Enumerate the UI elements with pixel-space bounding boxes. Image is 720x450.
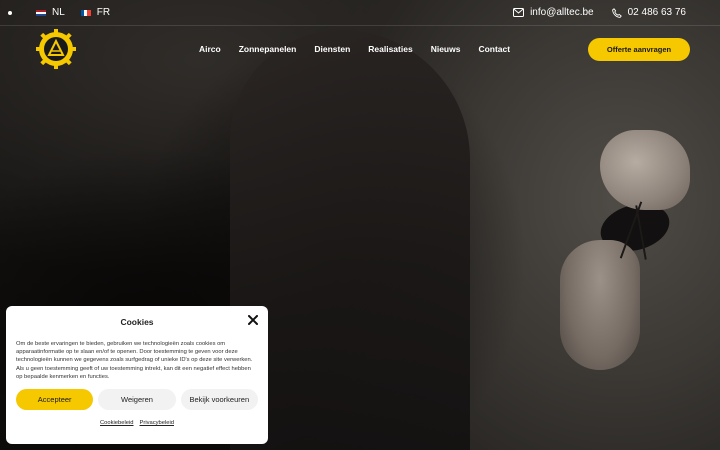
cookie-dialog-actions: Accepteer Weigeren Bekijk voorkeuren [16,389,258,411]
language-fr[interactable]: FR [80,7,111,18]
deny-cookies-button[interactable]: Weigeren [98,389,176,411]
flag-netherlands-icon [36,9,46,16]
phone-link[interactable]: 02 486 63 76 [611,7,686,18]
nav-contact[interactable]: Contact [478,44,510,54]
language-fr-label: FR [96,7,111,18]
top-bar: NL FR info@alltec.be 02 486 63 76 [0,0,720,26]
hero-hand-lower [560,240,640,370]
contact-info: info@alltec.be 02 486 63 76 [513,7,686,18]
email-link[interactable]: info@alltec.be [513,7,594,18]
bullet-dot [8,10,12,15]
view-preferences-button[interactable]: Bekijk voorkeuren [180,389,258,411]
phone-icon [611,7,622,18]
nav-zonnepanelen[interactable]: Zonnepanelen [239,44,297,54]
alltec-logo-icon[interactable] [36,29,76,69]
language-nl[interactable]: NL [36,7,65,18]
nav-realisaties[interactable]: Realisaties [368,44,412,54]
nav-airco[interactable]: Airco [199,44,221,54]
email-text: info@alltec.be [530,7,594,18]
request-quote-button[interactable]: Offerte aanvragen [588,37,690,61]
cookie-dialog-text: Om de beste ervaringen te bieden, gebrui… [16,341,253,380]
phone-text: 02 486 63 76 [627,7,686,18]
cookie-consent-dialog: Cookies Om de beste ervaringen te bieden… [6,306,268,444]
flag-france-icon [80,9,91,16]
hero-hand-upper [600,130,690,210]
cookie-policy-link[interactable]: Cookiebeleid [100,420,134,426]
language-switcher: NL FR [8,7,126,18]
close-icon[interactable] [248,315,258,325]
cookie-policy-links: Cookiebeleid Privacybeleid [16,420,258,426]
privacy-policy-link[interactable]: Privacybeleid [140,420,174,426]
site-header: Airco Zonnepanelen Diensten Realisaties … [0,26,720,72]
mail-icon [513,8,525,17]
accept-cookies-button[interactable]: Accepteer [16,389,94,411]
language-nl-label: NL [52,7,65,18]
nav-nieuws[interactable]: Nieuws [431,44,461,54]
nav-diensten[interactable]: Diensten [314,44,350,54]
cookie-dialog-title: Cookies [120,317,154,327]
main-navigation: Airco Zonnepanelen Diensten Realisaties … [199,44,510,54]
